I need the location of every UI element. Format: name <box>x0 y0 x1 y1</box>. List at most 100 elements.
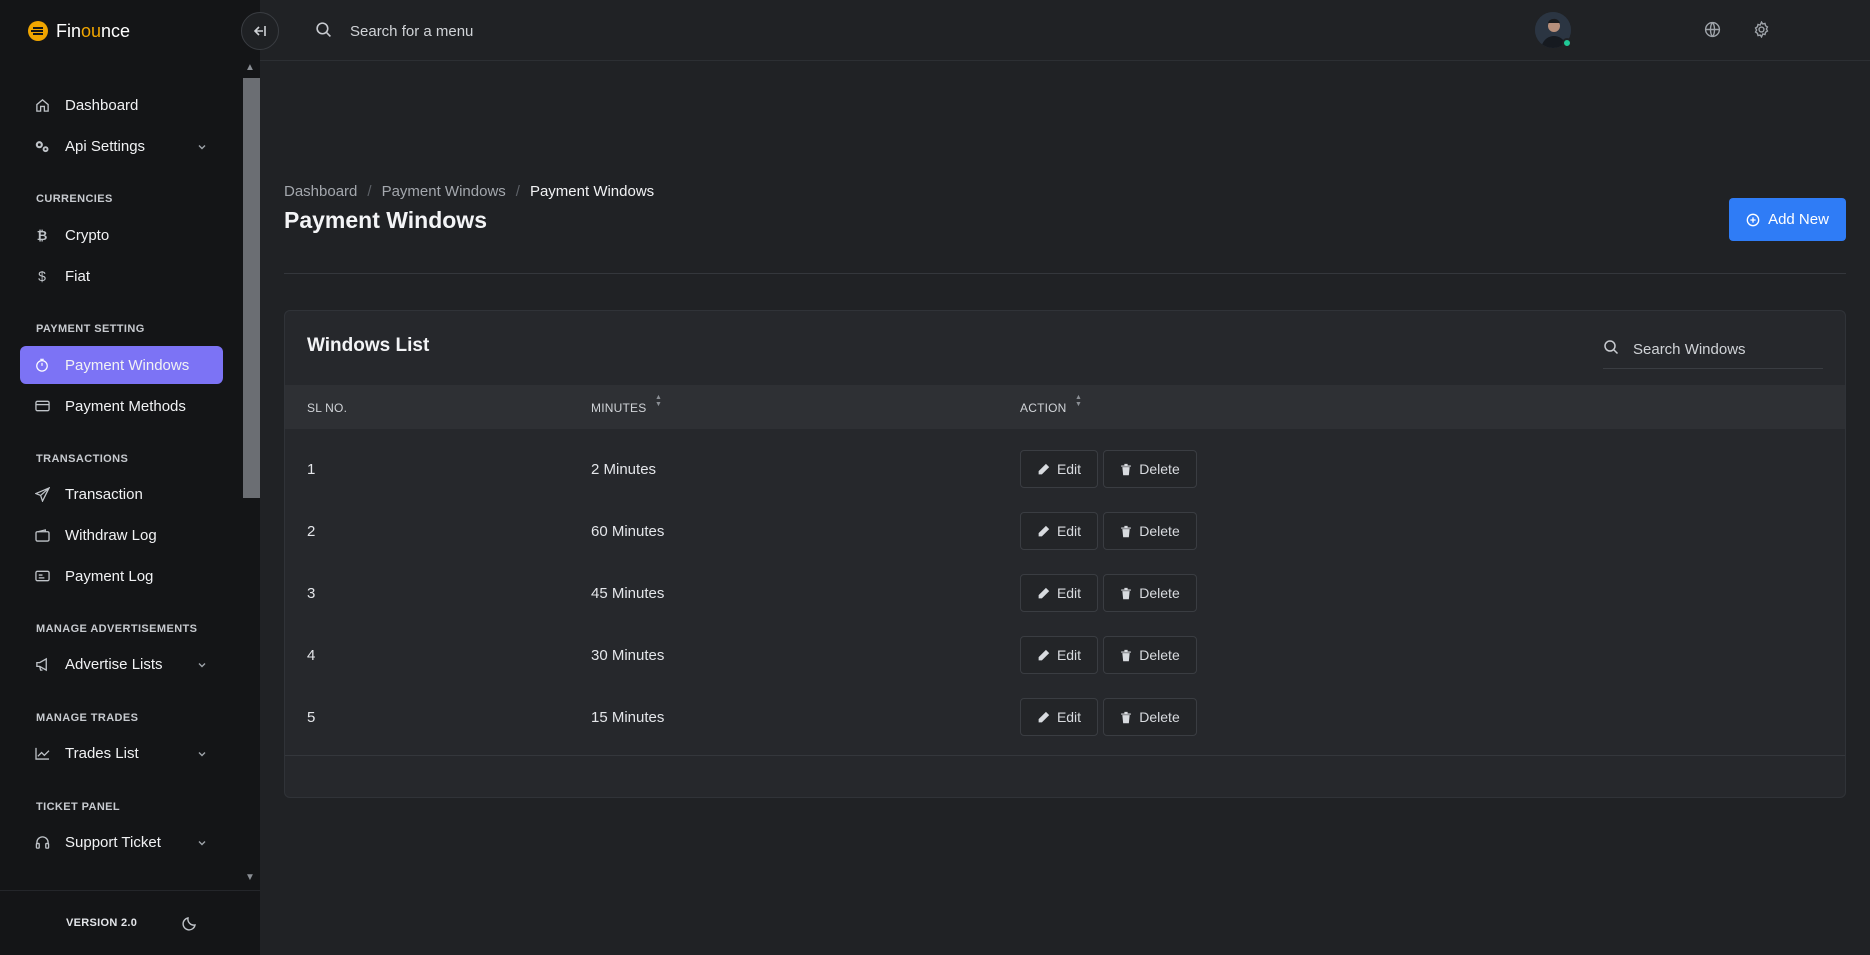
page-title: Payment Windows <box>284 207 487 233</box>
pencil-icon <box>1038 649 1050 660</box>
delete-button[interactable]: Delete <box>1103 636 1197 674</box>
breadcrumb-separator: / <box>367 183 372 200</box>
search-windows-input[interactable] <box>1633 337 1813 361</box>
windows-list-card: Windows List SL NO. MINUTES ▲▼ ACTION ▲▼… <box>284 310 1846 798</box>
brand-logo[interactable]: Finounce <box>26 18 130 44</box>
sidebar-item-crypto[interactable]: ₿ Crypto <box>20 216 223 254</box>
delete-label: Delete <box>1139 647 1180 663</box>
pencil-icon <box>1038 711 1050 722</box>
scroll-down-icon[interactable]: ▼ <box>245 872 255 883</box>
send-icon <box>34 486 50 502</box>
sidebar-item-support-ticket[interactable]: Support Ticket <box>20 823 223 861</box>
scroll-up-icon[interactable]: ▲ <box>245 62 255 73</box>
card-icon <box>34 398 50 414</box>
sidebar-item-withdraw-log[interactable]: Withdraw Log <box>20 516 223 554</box>
log-icon <box>34 568 50 584</box>
sidebar-scroll-thumb[interactable] <box>243 78 260 498</box>
pencil-icon <box>1038 525 1050 536</box>
sidebar-item-payment-windows[interactable]: Payment Windows <box>20 346 223 384</box>
sidebar-item-label: Advertise Lists <box>65 655 163 673</box>
edit-button[interactable]: Edit <box>1020 574 1098 612</box>
topbar <box>260 0 1870 61</box>
delete-button[interactable]: Delete <box>1103 698 1197 736</box>
edit-button[interactable]: Edit <box>1020 450 1098 488</box>
menu-search-input[interactable] <box>350 18 650 44</box>
sidebar-item-label: Support Ticket <box>65 833 161 851</box>
brand-name: Finounce <box>56 20 131 41</box>
trash-icon <box>1121 463 1132 475</box>
table-row: 2 60 Minutes Edit Delete <box>285 501 1845 563</box>
table-footer-divider <box>285 755 1845 756</box>
section-transactions: TRANSACTIONS <box>36 453 129 465</box>
table-row: 1 2 Minutes Edit Delete <box>285 439 1845 501</box>
version-label: VERSION 2.0 <box>66 917 138 929</box>
breadcrumb-payment-windows[interactable]: Payment Windows <box>382 183 506 200</box>
sidebar-item-api-settings[interactable]: Api Settings <box>20 127 223 165</box>
sidebar-item-label: Withdraw Log <box>65 526 157 544</box>
section-manage-trades: MANAGE TRADES <box>36 712 139 724</box>
cell-sl: 2 <box>307 523 316 540</box>
delete-button[interactable]: Delete <box>1103 512 1197 550</box>
column-action[interactable]: ACTION <box>1020 401 1067 415</box>
sidebar-item-label: Api Settings <box>65 137 146 155</box>
wallet-icon <box>34 527 50 543</box>
table-row: 4 30 Minutes Edit Delete <box>285 625 1845 687</box>
edit-button[interactable]: Edit <box>1020 636 1098 674</box>
sidebar-item-label: Payment Methods <box>65 397 186 415</box>
megaphone-icon <box>34 656 50 672</box>
sidebar-item-payment-methods[interactable]: Payment Methods <box>20 387 223 425</box>
chart-line-icon <box>34 745 50 761</box>
breadcrumb-dashboard[interactable]: Dashboard <box>284 183 357 200</box>
collapse-arrow-icon <box>253 26 266 36</box>
search-icon <box>1603 339 1619 360</box>
edit-button[interactable]: Edit <box>1020 698 1098 736</box>
sidebar-item-advertise-lists[interactable]: Advertise Lists <box>20 645 223 683</box>
header-divider <box>284 273 1846 274</box>
plus-circle-icon <box>1746 213 1760 226</box>
sidebar-item-fiat[interactable]: $ Fiat <box>20 257 223 295</box>
cell-sl: 4 <box>307 647 316 664</box>
globe-icon[interactable] <box>1704 21 1721 43</box>
timer-icon <box>34 357 50 373</box>
online-status-indicator <box>1562 38 1572 48</box>
dollar-icon: $ <box>38 268 46 284</box>
sidebar: Finounce Dashboard Api Settings CURRENCI… <box>0 0 260 955</box>
sidebar-item-label: Trades List <box>65 744 139 762</box>
column-minutes[interactable]: MINUTES <box>591 401 646 415</box>
edit-label: Edit <box>1056 585 1082 601</box>
sort-icon[interactable]: ▲ ▼ <box>1075 394 1082 408</box>
card-title: Windows List <box>307 335 430 356</box>
edit-label: Edit <box>1056 523 1082 539</box>
sidebar-footer: VERSION 2.0 <box>0 890 260 955</box>
delete-button[interactable]: Delete <box>1103 450 1197 488</box>
add-new-label: Add New <box>1768 211 1829 228</box>
sort-icon[interactable]: ▲ ▼ <box>655 394 662 408</box>
cell-sl: 5 <box>307 709 316 726</box>
section-manage-advertisements: MANAGE ADVERTISEMENTS <box>36 623 198 635</box>
delete-label: Delete <box>1139 585 1180 601</box>
moon-icon[interactable] <box>182 915 198 936</box>
sidebar-item-label: Dashboard <box>65 96 139 114</box>
add-new-button[interactable]: Add New <box>1729 198 1846 241</box>
pencil-icon <box>1038 587 1050 598</box>
sidebar-item-label: Payment Log <box>65 567 154 585</box>
sidebar-item-transaction[interactable]: Transaction <box>20 475 223 513</box>
breadcrumb: Dashboard / Payment Windows / Payment Wi… <box>284 183 654 200</box>
sidebar-item-trades-list[interactable]: Trades List <box>20 734 223 772</box>
column-sl-no: SL NO. <box>307 401 348 415</box>
edit-label: Edit <box>1056 709 1082 725</box>
windows-search <box>1603 329 1823 369</box>
sidebar-item-payment-log[interactable]: Payment Log <box>20 557 223 595</box>
delete-button[interactable]: Delete <box>1103 574 1197 612</box>
search-icon <box>315 21 332 43</box>
chevron-down-icon <box>197 139 207 156</box>
trash-icon <box>1121 711 1132 723</box>
sidebar-item-dashboard[interactable]: Dashboard <box>20 86 223 124</box>
delete-label: Delete <box>1139 461 1180 477</box>
sidebar-collapse-button[interactable] <box>241 12 279 50</box>
edit-button[interactable]: Edit <box>1020 512 1098 550</box>
gear-icon[interactable] <box>1753 20 1770 43</box>
breadcrumb-current: Payment Windows <box>529 183 655 200</box>
cell-minutes: 15 Minutes <box>591 709 665 726</box>
table-row: 3 45 Minutes Edit Delete <box>285 563 1845 625</box>
